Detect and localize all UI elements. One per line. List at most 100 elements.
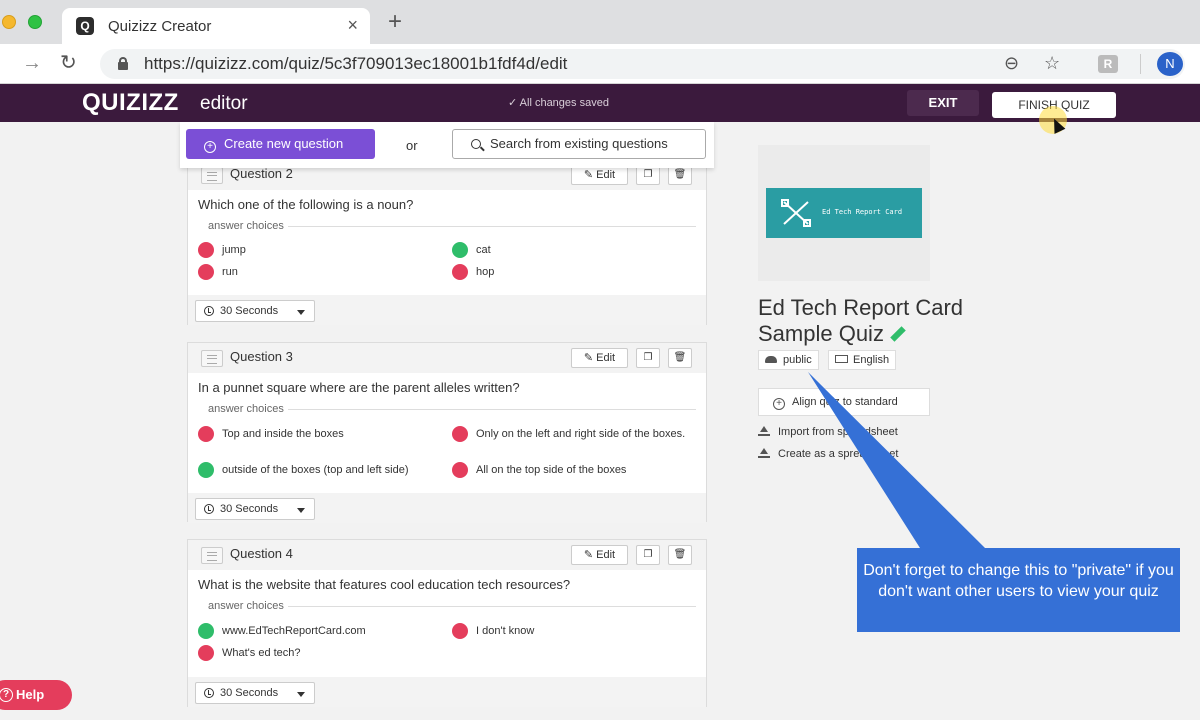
incorrect-marker-icon xyxy=(452,426,468,442)
toolbar-divider xyxy=(1140,54,1141,74)
time-limit-select[interactable]: 30 Seconds xyxy=(195,498,315,520)
incorrect-marker-icon xyxy=(198,426,214,442)
quizizz-favicon-icon: Q xyxy=(76,17,94,35)
drag-handle-icon[interactable] xyxy=(201,350,223,367)
search-button-label: Search from existing questions xyxy=(490,136,668,151)
chevron-down-icon xyxy=(297,692,305,697)
question-number: Question 2 xyxy=(230,166,293,181)
new-tab-button[interactable]: + xyxy=(388,10,402,34)
thumbnail-image: Ed Tech Report Card xyxy=(766,188,922,238)
answer-choice: Only on the left and right side of the b… xyxy=(452,426,697,442)
profile-avatar[interactable]: N xyxy=(1157,52,1183,76)
duplicate-icon[interactable]: ❐ xyxy=(636,348,660,368)
create-question-bar: + Create new question or Search from exis… xyxy=(180,122,714,168)
incorrect-marker-icon xyxy=(198,242,214,258)
clock-icon xyxy=(204,306,214,316)
answer-choice: jump xyxy=(198,242,246,258)
drag-handle-icon[interactable] xyxy=(201,167,223,184)
edit-question-button[interactable]: ✎ Edit xyxy=(571,165,628,185)
drag-handle-icon[interactable] xyxy=(201,547,223,564)
edit-question-button[interactable]: ✎ Edit xyxy=(571,545,628,565)
question-card-footer: 30 Seconds xyxy=(188,493,706,523)
save-status: ✓ All changes saved xyxy=(508,97,609,109)
edit-pencil-icon[interactable] xyxy=(890,326,906,342)
clock-icon xyxy=(204,504,214,514)
edit-question-button[interactable]: ✎ Edit xyxy=(571,348,628,368)
search-icon xyxy=(471,139,481,149)
chevron-down-icon xyxy=(297,310,305,315)
language-badge[interactable]: English xyxy=(828,350,897,370)
browser-toolbar: → ↻ https://quizizz.com/quiz/5c3f709013e… xyxy=(0,44,1200,84)
visibility-badge[interactable]: public xyxy=(758,350,819,370)
question-card-header: Question 4 ✎ Edit ❐ 🗑 xyxy=(188,540,706,570)
question-text: In a punnet square where are the parent … xyxy=(198,380,520,395)
answer-choice: I don't know xyxy=(452,623,534,639)
align-to-standard-button[interactable]: + Align quiz to standard xyxy=(758,388,930,416)
question-card-footer: 30 Seconds xyxy=(188,677,706,707)
question-card-footer: 30 Seconds xyxy=(188,295,706,325)
annotation-callout: Don't forget to change this to "private"… xyxy=(857,548,1180,632)
question-card-header: Question 3 ✎ Edit ❐ 🗑 xyxy=(188,343,706,373)
tab-title: Quizizz Creator xyxy=(108,18,212,35)
quiz-title: Ed Tech Report Card Sample Quiz xyxy=(758,295,964,346)
quizizz-logo[interactable]: QUIZIZZ xyxy=(82,89,179,117)
extension-icon[interactable]: R xyxy=(1098,55,1118,73)
people-icon xyxy=(765,356,777,363)
answer-choice: outside of the boxes (top and left side) xyxy=(198,462,450,478)
create-button-label: Create new question xyxy=(224,136,344,151)
trash-icon[interactable]: 🗑 xyxy=(668,165,692,185)
bookmark-star-icon[interactable]: ☆ xyxy=(1044,53,1060,74)
url-text[interactable]: https://quizizz.com/quiz/5c3f709013ec180… xyxy=(144,54,567,74)
create-spreadsheet-link[interactable]: Create as a spreadsheet xyxy=(758,448,898,460)
answer-choices-label: answer choices xyxy=(198,220,288,232)
question-number: Question 4 xyxy=(230,546,293,561)
trash-icon[interactable]: 🗑 xyxy=(668,348,692,368)
upload-icon xyxy=(758,448,770,460)
address-bar[interactable]: https://quizizz.com/quiz/5c3f709013ec180… xyxy=(100,49,1185,79)
trash-icon[interactable]: 🗑 xyxy=(668,545,692,565)
forward-arrow-icon[interactable]: → xyxy=(22,52,42,74)
close-tab-icon[interactable]: × xyxy=(347,15,358,36)
question-number: Question 3 xyxy=(230,349,293,364)
quiz-thumbnail[interactable]: Ed Tech Report Card xyxy=(758,145,930,281)
time-limit-select[interactable]: 30 Seconds xyxy=(195,682,315,704)
answer-choices-label: answer choices xyxy=(198,600,288,612)
incorrect-marker-icon xyxy=(452,264,468,280)
language-icon xyxy=(835,355,848,363)
incorrect-marker-icon xyxy=(198,645,214,661)
minimize-window-button[interactable] xyxy=(2,15,16,29)
time-limit-select[interactable]: 30 Seconds xyxy=(195,300,315,322)
browser-tab[interactable]: Q Quizizz Creator × xyxy=(62,8,370,44)
question-card: Question 2 ✎ Edit ❐ 🗑 Which one of the f… xyxy=(187,160,707,325)
answer-choice: cat xyxy=(452,242,491,258)
create-new-question-button[interactable]: + Create new question xyxy=(186,129,375,159)
zoom-out-icon[interactable]: ⊖ xyxy=(1004,53,1019,74)
maximize-window-button[interactable] xyxy=(28,15,42,29)
answer-choice: Top and inside the boxes xyxy=(198,426,443,442)
duplicate-icon[interactable]: ❐ xyxy=(636,545,660,565)
edit-label: Edit xyxy=(596,549,616,561)
answer-choice: What's ed tech? xyxy=(198,645,301,661)
help-button[interactable]: ? Help xyxy=(0,680,72,710)
search-existing-questions-button[interactable]: Search from existing questions xyxy=(452,129,706,159)
correct-marker-icon xyxy=(198,623,214,639)
exit-button[interactable]: EXIT xyxy=(907,90,979,116)
edit-label: Edit xyxy=(596,352,616,364)
reload-icon[interactable]: ↻ xyxy=(60,52,77,74)
import-spreadsheet-link[interactable]: Import from spreadsheet xyxy=(758,426,898,438)
duplicate-icon[interactable]: ❐ xyxy=(636,165,660,185)
app-header: QUIZIZZ editor ✓ All changes saved EXIT … xyxy=(0,84,1200,122)
incorrect-marker-icon xyxy=(198,264,214,280)
pencil-ruler-icon xyxy=(781,199,811,227)
answer-choice: run xyxy=(198,264,238,280)
lock-icon xyxy=(118,57,128,70)
correct-marker-icon xyxy=(198,462,214,478)
question-text: What is the website that features cool e… xyxy=(198,577,571,592)
upload-icon xyxy=(758,426,770,438)
editor-label: editor xyxy=(200,93,248,114)
clock-icon xyxy=(204,688,214,698)
incorrect-marker-icon xyxy=(452,623,468,639)
plus-circle-icon: + xyxy=(204,141,216,153)
edit-label: Edit xyxy=(596,169,616,181)
plus-circle-icon: + xyxy=(773,398,785,410)
